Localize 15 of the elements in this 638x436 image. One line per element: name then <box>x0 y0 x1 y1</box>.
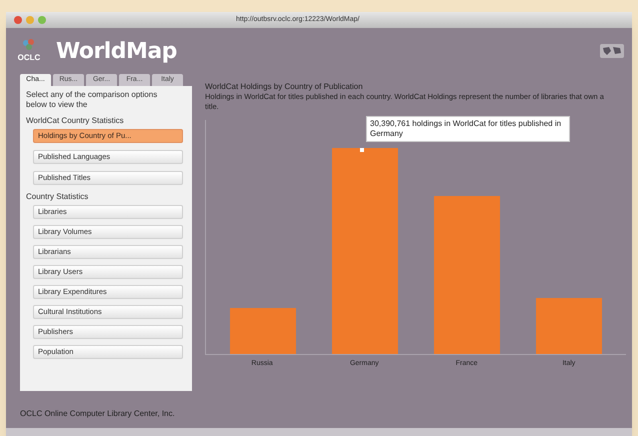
intro-text: Select any of the comparison options below to view the <box>26 90 158 110</box>
logo-icon <box>22 38 36 52</box>
data-point-marker <box>360 148 364 152</box>
zoom-button[interactable] <box>38 16 46 24</box>
map-icon[interactable] <box>600 44 624 58</box>
chart-title: WorldCat Holdings by Country of Publication <box>205 82 364 92</box>
bar <box>536 298 602 354</box>
section-heading: Country Statistics <box>26 191 90 203</box>
close-button[interactable] <box>14 16 22 24</box>
logo-text: OCLC <box>18 52 40 64</box>
bar <box>230 308 296 354</box>
footer-text: OCLC Online Computer Library Center, Inc. <box>20 408 175 420</box>
section-heading: WorldCat Country Statistics <box>26 115 125 127</box>
app-title: WorldMap <box>56 38 177 66</box>
tooltip: 30,390,761 holdings in WorldCat for titles published in Germany <box>366 116 570 142</box>
